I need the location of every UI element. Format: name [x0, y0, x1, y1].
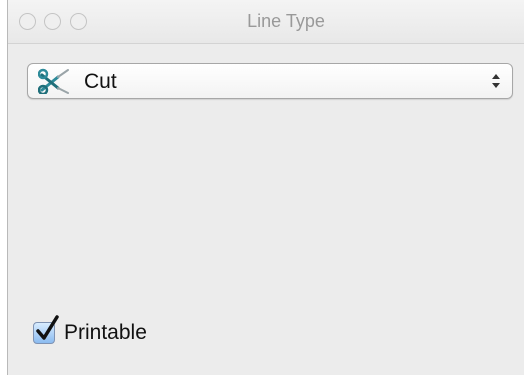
checkmark-icon	[34, 314, 60, 342]
up-down-arrows-icon	[491, 72, 501, 90]
title-bar[interactable]: Line Type	[8, 0, 524, 44]
line-type-window: Line Type Cut Printable	[7, 0, 524, 375]
popup-selected-label: Cut	[84, 70, 117, 93]
scissors-icon	[37, 68, 70, 96]
window-title: Line Type	[247, 11, 325, 31]
printable-checkbox-label[interactable]: Printable	[64, 321, 147, 345]
line-type-popup-button[interactable]: Cut	[27, 63, 513, 99]
